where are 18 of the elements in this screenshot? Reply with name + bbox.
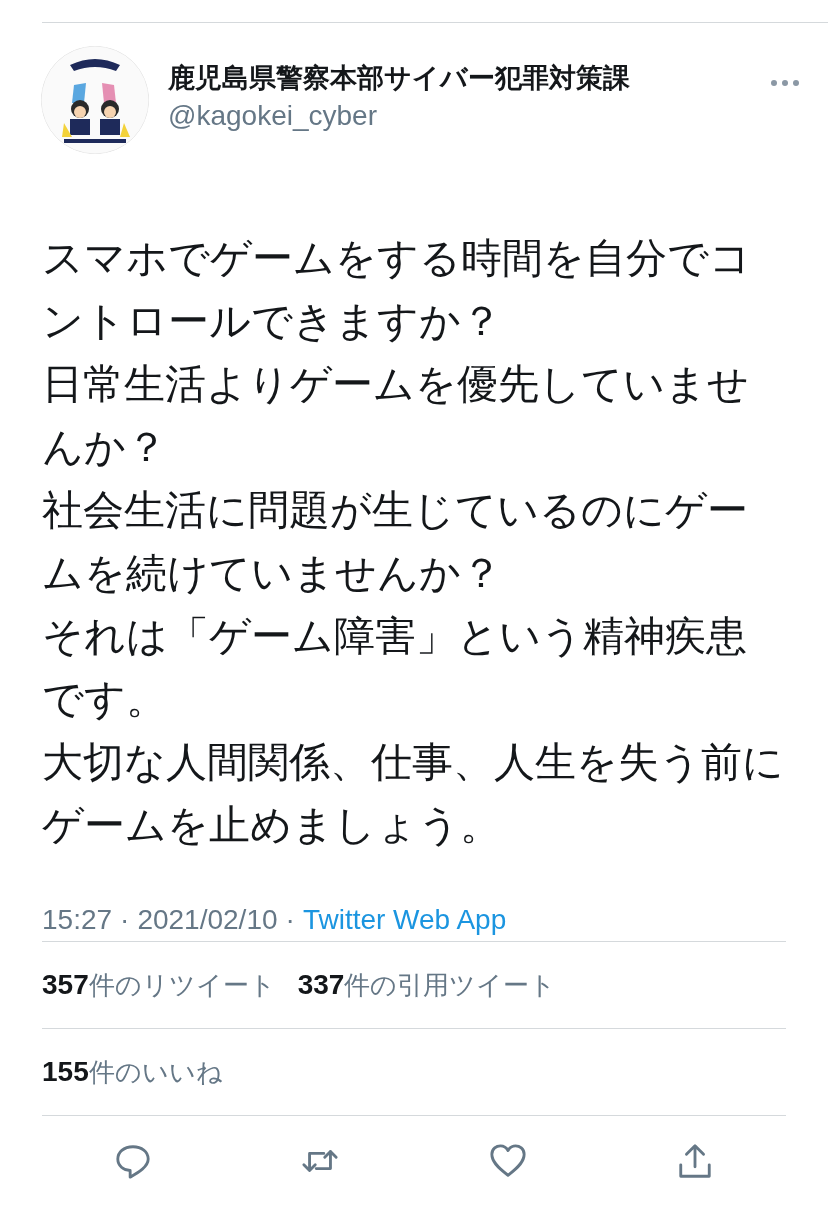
tweet-text: 日常生活よりゲームを優先していませんか？ bbox=[42, 359, 750, 473]
separator: · bbox=[285, 904, 295, 936]
tweet-text: 大切な人間関係、仕事、人生を失う前にゲームを止めましょう。 bbox=[42, 737, 785, 851]
more-icon[interactable] bbox=[770, 79, 800, 87]
heart-icon[interactable] bbox=[488, 1142, 527, 1180]
tweet-date: 2021/02/10 bbox=[137, 904, 278, 936]
reply-icon[interactable] bbox=[114, 1142, 152, 1180]
share-icon[interactable] bbox=[676, 1142, 714, 1180]
tweet-text: スマホでゲームをする時間を自分でコントロールできますか？ bbox=[42, 233, 752, 347]
separator: · bbox=[120, 904, 130, 936]
stat-link[interactable]: 337件の引用ツイート bbox=[297, 967, 557, 1003]
account-name[interactable]: 鹿児島県警察本部サイバー犯罪対策課 bbox=[168, 60, 770, 96]
account-handle[interactable]: @kagokei_cyber bbox=[168, 100, 770, 132]
tweet-text: それは「ゲーム障害」という精神疾患です。 bbox=[42, 611, 748, 725]
stat-link[interactable]: 357件のリツイート bbox=[42, 967, 276, 1003]
stat-link[interactable]: 155件のいいね bbox=[42, 1054, 223, 1090]
tweet-text: 社会生活に問題が生じているのにゲームを続けていませんか？ bbox=[42, 485, 749, 599]
tweet-time: 15:27 bbox=[42, 904, 113, 936]
